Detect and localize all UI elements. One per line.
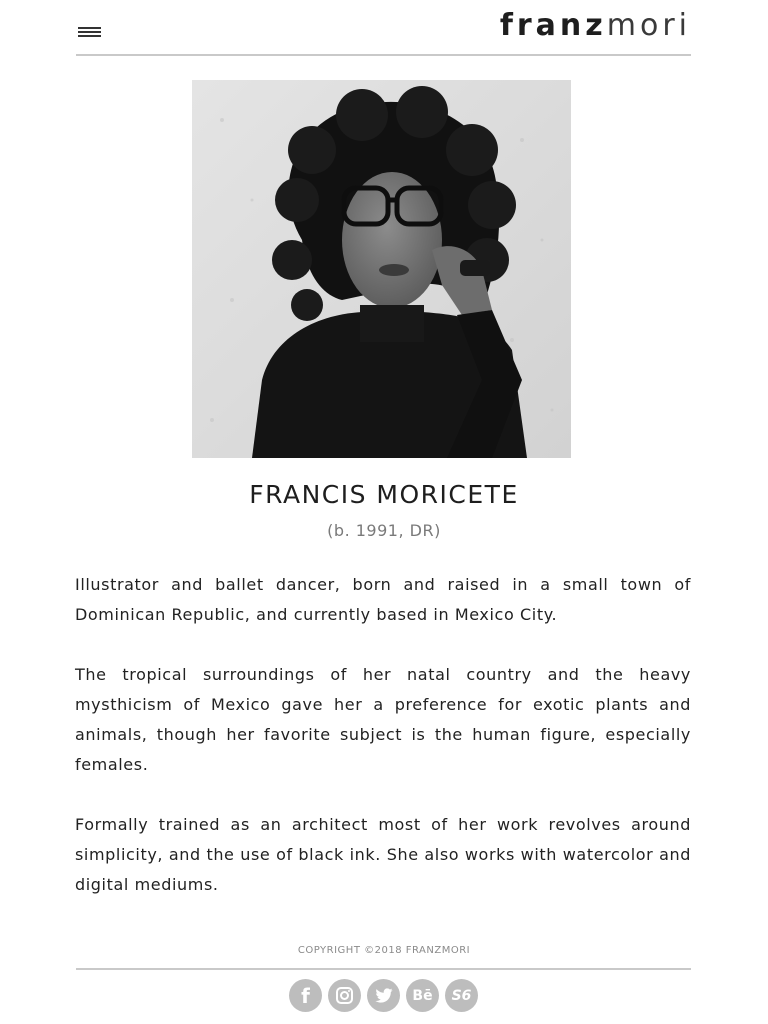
logo-bold-text: franz <box>499 8 607 43</box>
footer-divider <box>76 968 691 970</box>
site-logo[interactable]: franzmori <box>500 8 691 44</box>
logo-light-text: mori <box>606 8 691 43</box>
behance-glyph: Bē <box>412 987 433 1004</box>
artist-bio: Illustrator and ballet dancer, born and … <box>75 570 691 930</box>
site-header: franzmori <box>76 0 691 56</box>
society6-glyph: S6 <box>451 987 472 1004</box>
facebook-icon[interactable]: f <box>289 979 322 1012</box>
instagram-glyph <box>336 987 353 1004</box>
twitter-icon[interactable] <box>367 979 400 1012</box>
society6-icon[interactable]: S6 <box>445 979 478 1012</box>
copyright-notice: COPYRIGHT ©2018 FRANZMORI <box>297 945 471 956</box>
twitter-glyph <box>374 988 392 1003</box>
social-links: f Bē S6 <box>289 979 478 1012</box>
hamburger-menu-icon[interactable] <box>78 24 101 39</box>
facebook-glyph: f <box>301 983 310 1008</box>
bio-paragraph: Formally trained as an architect most of… <box>75 815 691 894</box>
artist-name: FRANCIS MORICETE <box>249 480 519 509</box>
instagram-icon[interactable] <box>328 979 361 1012</box>
menu-bar <box>78 27 101 29</box>
menu-bar <box>78 35 101 37</box>
menu-bar <box>78 31 101 33</box>
artist-birth-info: (b. 1991, DR) <box>327 521 441 540</box>
bio-paragraph: The tropical surroundings of her natal c… <box>75 665 691 774</box>
artist-portrait <box>192 80 571 458</box>
behance-icon[interactable]: Bē <box>406 979 439 1012</box>
bio-paragraph: Illustrator and ballet dancer, born and … <box>75 575 691 624</box>
